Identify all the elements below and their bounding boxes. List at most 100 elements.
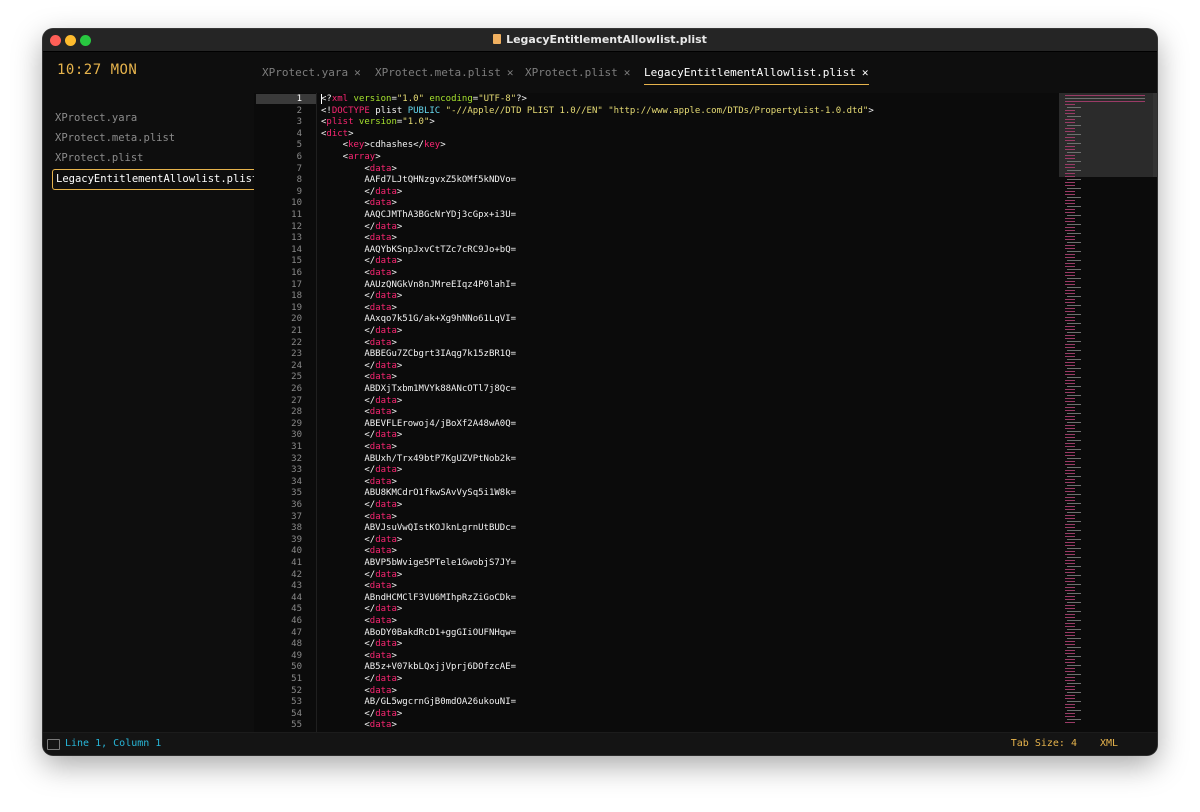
code-token: >cdhashes</ [364,140,424,151]
sidebar: 10:27 MON XProtect.yara XProtect.meta.pli… [43,52,258,733]
code-line[interactable]: <data> [321,233,397,245]
code-line[interactable]: <data> [321,303,397,315]
code-line[interactable]: <?xml version="1.0" encoding="UTF-8"?> [321,94,527,106]
code-line[interactable]: </data> [321,326,402,338]
close-tab-icon[interactable]: ✕ [862,66,869,79]
code-line[interactable]: <array> [321,152,381,164]
code-line[interactable]: <data> [321,372,397,384]
code-line[interactable]: <data> [321,512,397,524]
code-line[interactable]: </data> [321,709,402,721]
minimap-line [1065,614,1075,615]
sidebar-file-item[interactable]: XProtect.yara [52,109,254,128]
gutter-divider [316,93,317,733]
code-line[interactable]: </data> [321,535,402,547]
code-line[interactable]: AAQYbKSnpJxvCtTZc7cRC9Jo+bQ= [321,245,516,257]
code-line[interactable]: AB/GL5wgcrnGjB0mdOA26ukouNI= [321,697,516,709]
minimap-line [1067,629,1081,630]
cursor-position[interactable]: Line 1, Column 1 [65,738,161,749]
code-line[interactable]: <data> [321,198,397,210]
minimap-line [1065,302,1075,303]
code-line[interactable]: <data> [321,616,397,628]
code-line[interactable]: </data> [321,430,402,442]
editor-tab[interactable]: XProtect.yara ✕ [262,62,361,84]
code-line[interactable]: ABVP5bWvige5PTele1GwobjS7JY= [321,558,516,570]
code-line[interactable]: <data> [321,651,397,663]
editor-tab[interactable]: XProtect.plist ✕ [525,62,630,84]
tab-size[interactable]: Tab Size: 4 [1011,738,1077,749]
code-line[interactable]: AAxqo7k51G/ak+Xg9hNNo61LqVI= [321,314,516,326]
code-line[interactable]: <data> [321,407,397,419]
code-line[interactable]: ABU8KMCdrO1fkwSAvVySq5i1W8k= [321,488,516,500]
code-line[interactable]: </data> [321,222,402,234]
code-line[interactable]: </data> [321,396,402,408]
code-line[interactable]: </data> [321,361,402,373]
minimap-line [1067,116,1081,117]
code-line[interactable]: <data> [321,581,397,593]
code-line[interactable]: <data> [321,686,397,698]
code-line[interactable]: </data> [321,570,402,582]
document-icon [493,34,502,44]
minimap[interactable] [1059,93,1157,733]
code-line[interactable]: <data> [321,164,397,176]
vertical-scrollbar[interactable] [1153,93,1157,177]
code-line[interactable]: ABBEGu7ZCbgrt3IAqg7k15zBR1Q= [321,349,516,361]
minimap-line [1067,242,1081,243]
code-line[interactable]: <key>cdhashes</key> [321,140,446,152]
code-line[interactable]: AB5z+V07kbLQxjjVprj6DOfzcAE= [321,662,516,674]
code-line[interactable]: <plist version="1.0"> [321,117,435,129]
sidebar-file-item[interactable]: LegacyEntitlementAllowlist.plist [52,169,258,190]
minimap-line [1067,143,1081,144]
code-line[interactable]: </data> [321,256,402,268]
code-line[interactable]: </data> [321,187,402,199]
minimap-line [1067,269,1081,270]
code-token: > [391,198,397,209]
code-line[interactable]: </data> [321,639,402,651]
code-line[interactable]: <data> [321,268,397,280]
code-line[interactable]: <!DOCTYPE plist PUBLIC "-//Apple//DTD PL… [321,106,874,118]
code-line[interactable]: ABndHCMClF3VU6MIhpRzZiGoCDk= [321,593,516,605]
sidebar-file-item[interactable]: XProtect.meta.plist [52,129,254,148]
code-line[interactable]: ABEVFLErowoj4/jBoXf2A48wA0Q= [321,419,516,431]
code-line[interactable]: </data> [321,291,402,303]
code-token: </ [321,569,376,580]
minimap-line [1065,155,1075,156]
minimap-line [1065,455,1075,456]
code-line[interactable]: AAUzQNGkVn8nJMreEIqz4P0lahI= [321,280,516,292]
code-line[interactable]: <data> [321,477,397,489]
sidebar-file-item[interactable]: XProtect.plist [52,149,254,168]
code-line[interactable]: ABDXjTxbm1MVYk88ANcOTl7j8Qc= [321,384,516,396]
code-line[interactable]: <dict> [321,129,354,141]
code-line[interactable]: </data> [321,674,402,686]
line-number: 9 [296,186,302,197]
code-editor[interactable]: 1 2 3 4 5 6 7 8 9 10 11 12 13 14 15 16 17 18 19 20 21 22 23 24 2… [254,93,1157,733]
code-line[interactable]: <data> [321,720,397,732]
code-token: </ [321,256,376,267]
close-tab-icon[interactable]: ✕ [624,66,631,79]
code-line[interactable]: </data> [321,604,402,616]
line-number: 10 [291,198,302,209]
minimap-line [1065,716,1075,717]
close-tab-icon[interactable]: ✕ [507,66,514,79]
code-line[interactable]: ABVJsuVwQIstKOJknLgrnUtBUDc= [321,523,516,535]
minimap-line [1065,482,1075,483]
line-number: 29 [291,418,302,429]
code-line[interactable]: ABoDY0BakdRcD1+ggGIiOUFNHqw= [321,628,516,640]
code-line[interactable]: </data> [321,500,402,512]
code-line[interactable]: AAQCJMThA3BGcNrYDj3cGpx+i3U= [321,210,516,222]
editor-tab[interactable]: XProtect.meta.plist ✕ [375,62,513,84]
code-line[interactable]: <data> [321,338,397,350]
code-line[interactable]: </data> [321,465,402,477]
code-line[interactable]: <data> [321,546,397,558]
line-number: 3 [296,117,302,128]
minimap-line [1065,200,1075,201]
minimap-line [1067,476,1081,477]
code-line[interactable]: ABUxh/Trx49btP7KgUZVPtNob2k= [321,454,516,466]
code-area[interactable]: <?xml version="1.0" encoding="UTF-8"?> <!… [321,93,1047,733]
syntax-mode[interactable]: XML [1100,738,1118,749]
code-token: > [391,407,397,418]
code-line[interactable]: <data> [321,442,397,454]
editor-tab[interactable]: LegacyEntitlementAllowlist.plist ✕ [644,62,869,85]
code-line[interactable]: AAFd7LJtQHNzgvxZ5kOMf5kNDVo= [321,175,516,187]
panel-toggle-icon[interactable] [47,739,60,750]
close-tab-icon[interactable]: ✕ [354,66,361,79]
